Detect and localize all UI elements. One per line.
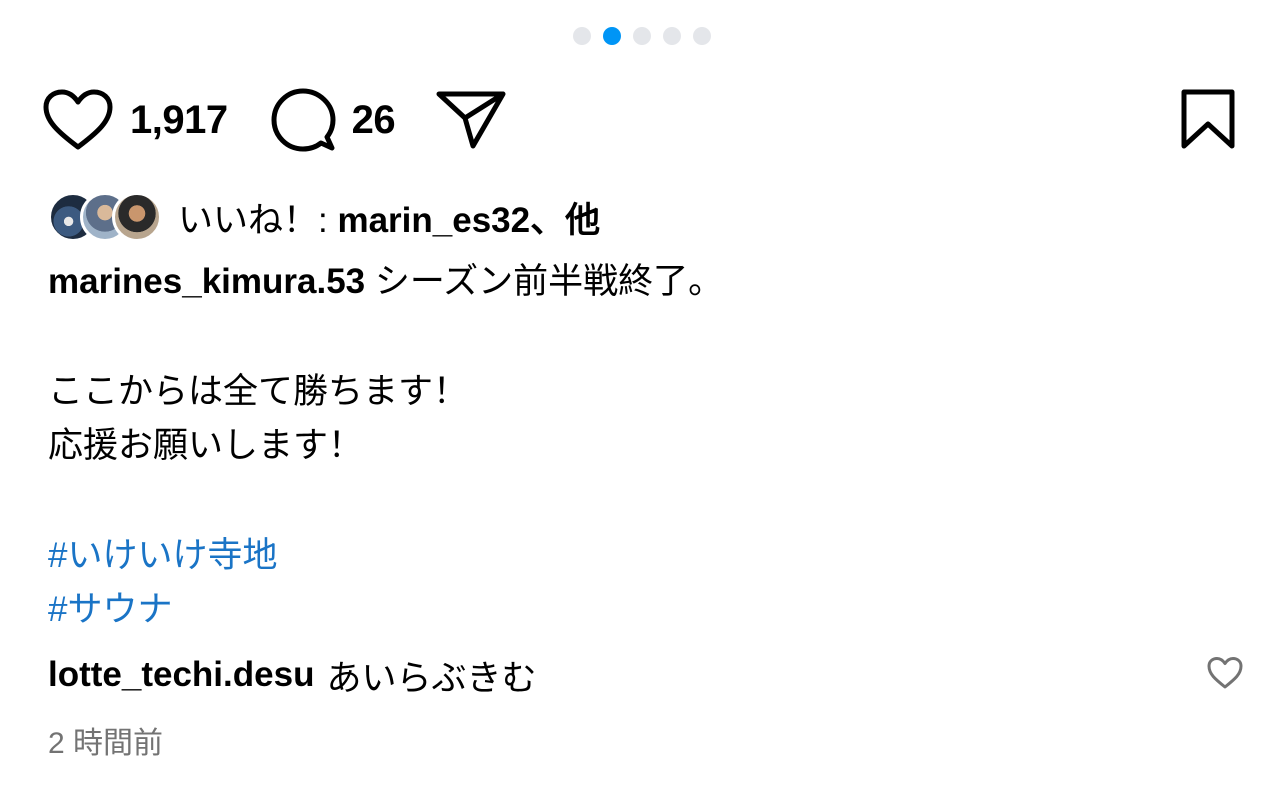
- liked-by-row[interactable]: いいね！: marin_es32、他: [48, 188, 600, 246]
- comment-row: lotte_techi.desu あいらぶきむ: [48, 646, 1244, 704]
- carousel-indicator: [0, 27, 1284, 45]
- caption-text: 応援お願いします！: [48, 426, 364, 465]
- heart-icon: [43, 89, 113, 150]
- hashtag-link[interactable]: #いけいけ寺地: [48, 529, 1224, 583]
- action-bar: 1,917 26: [42, 85, 1236, 155]
- like-count[interactable]: 1,917: [130, 98, 228, 143]
- liked-by-others[interactable]: 、他: [530, 201, 600, 240]
- save-button[interactable]: [1180, 88, 1236, 152]
- liked-by-prefix: いいね！:: [178, 200, 338, 240]
- comment-like-button[interactable]: [1206, 656, 1244, 699]
- post-caption: marines_kimura.53 シーズン前半戦終了。 ここからは全て勝ちます…: [48, 255, 1224, 637]
- share-button[interactable]: [435, 88, 507, 152]
- comment-bubble-icon: [271, 88, 336, 152]
- caption-text: ここからは全て勝ちます！: [48, 372, 469, 411]
- liker-avatars[interactable]: [48, 192, 162, 242]
- comment-text: あいらぶきむ: [326, 658, 537, 698]
- paper-plane-icon: [436, 91, 506, 149]
- bookmark-icon: [1181, 89, 1235, 149]
- comment-count[interactable]: 26: [352, 98, 396, 143]
- caption-username[interactable]: marines_kimura.53: [48, 262, 365, 301]
- like-button[interactable]: [42, 88, 114, 152]
- carousel-dot[interactable]: [693, 27, 711, 45]
- comment-username[interactable]: lotte_techi.desu: [48, 655, 314, 695]
- caption-text: シーズン前半戦終了。: [374, 262, 724, 301]
- liked-by-user[interactable]: marin_es32: [337, 201, 530, 240]
- carousel-dot[interactable]: [573, 27, 591, 45]
- carousel-dot[interactable]: [633, 27, 651, 45]
- heart-outline-icon: [1207, 657, 1243, 689]
- liked-by-text[interactable]: いいね！: marin_es32、他: [178, 192, 600, 243]
- caption-first-line: marines_kimura.53 シーズン前半戦終了。: [48, 255, 1224, 309]
- post-timestamp: 2 時間前: [48, 727, 164, 760]
- comment-button[interactable]: [270, 87, 336, 153]
- carousel-dot-active[interactable]: [603, 27, 621, 45]
- carousel-dot[interactable]: [663, 27, 681, 45]
- avatar[interactable]: [112, 192, 162, 242]
- hashtag-link[interactable]: #サウナ: [48, 583, 1224, 637]
